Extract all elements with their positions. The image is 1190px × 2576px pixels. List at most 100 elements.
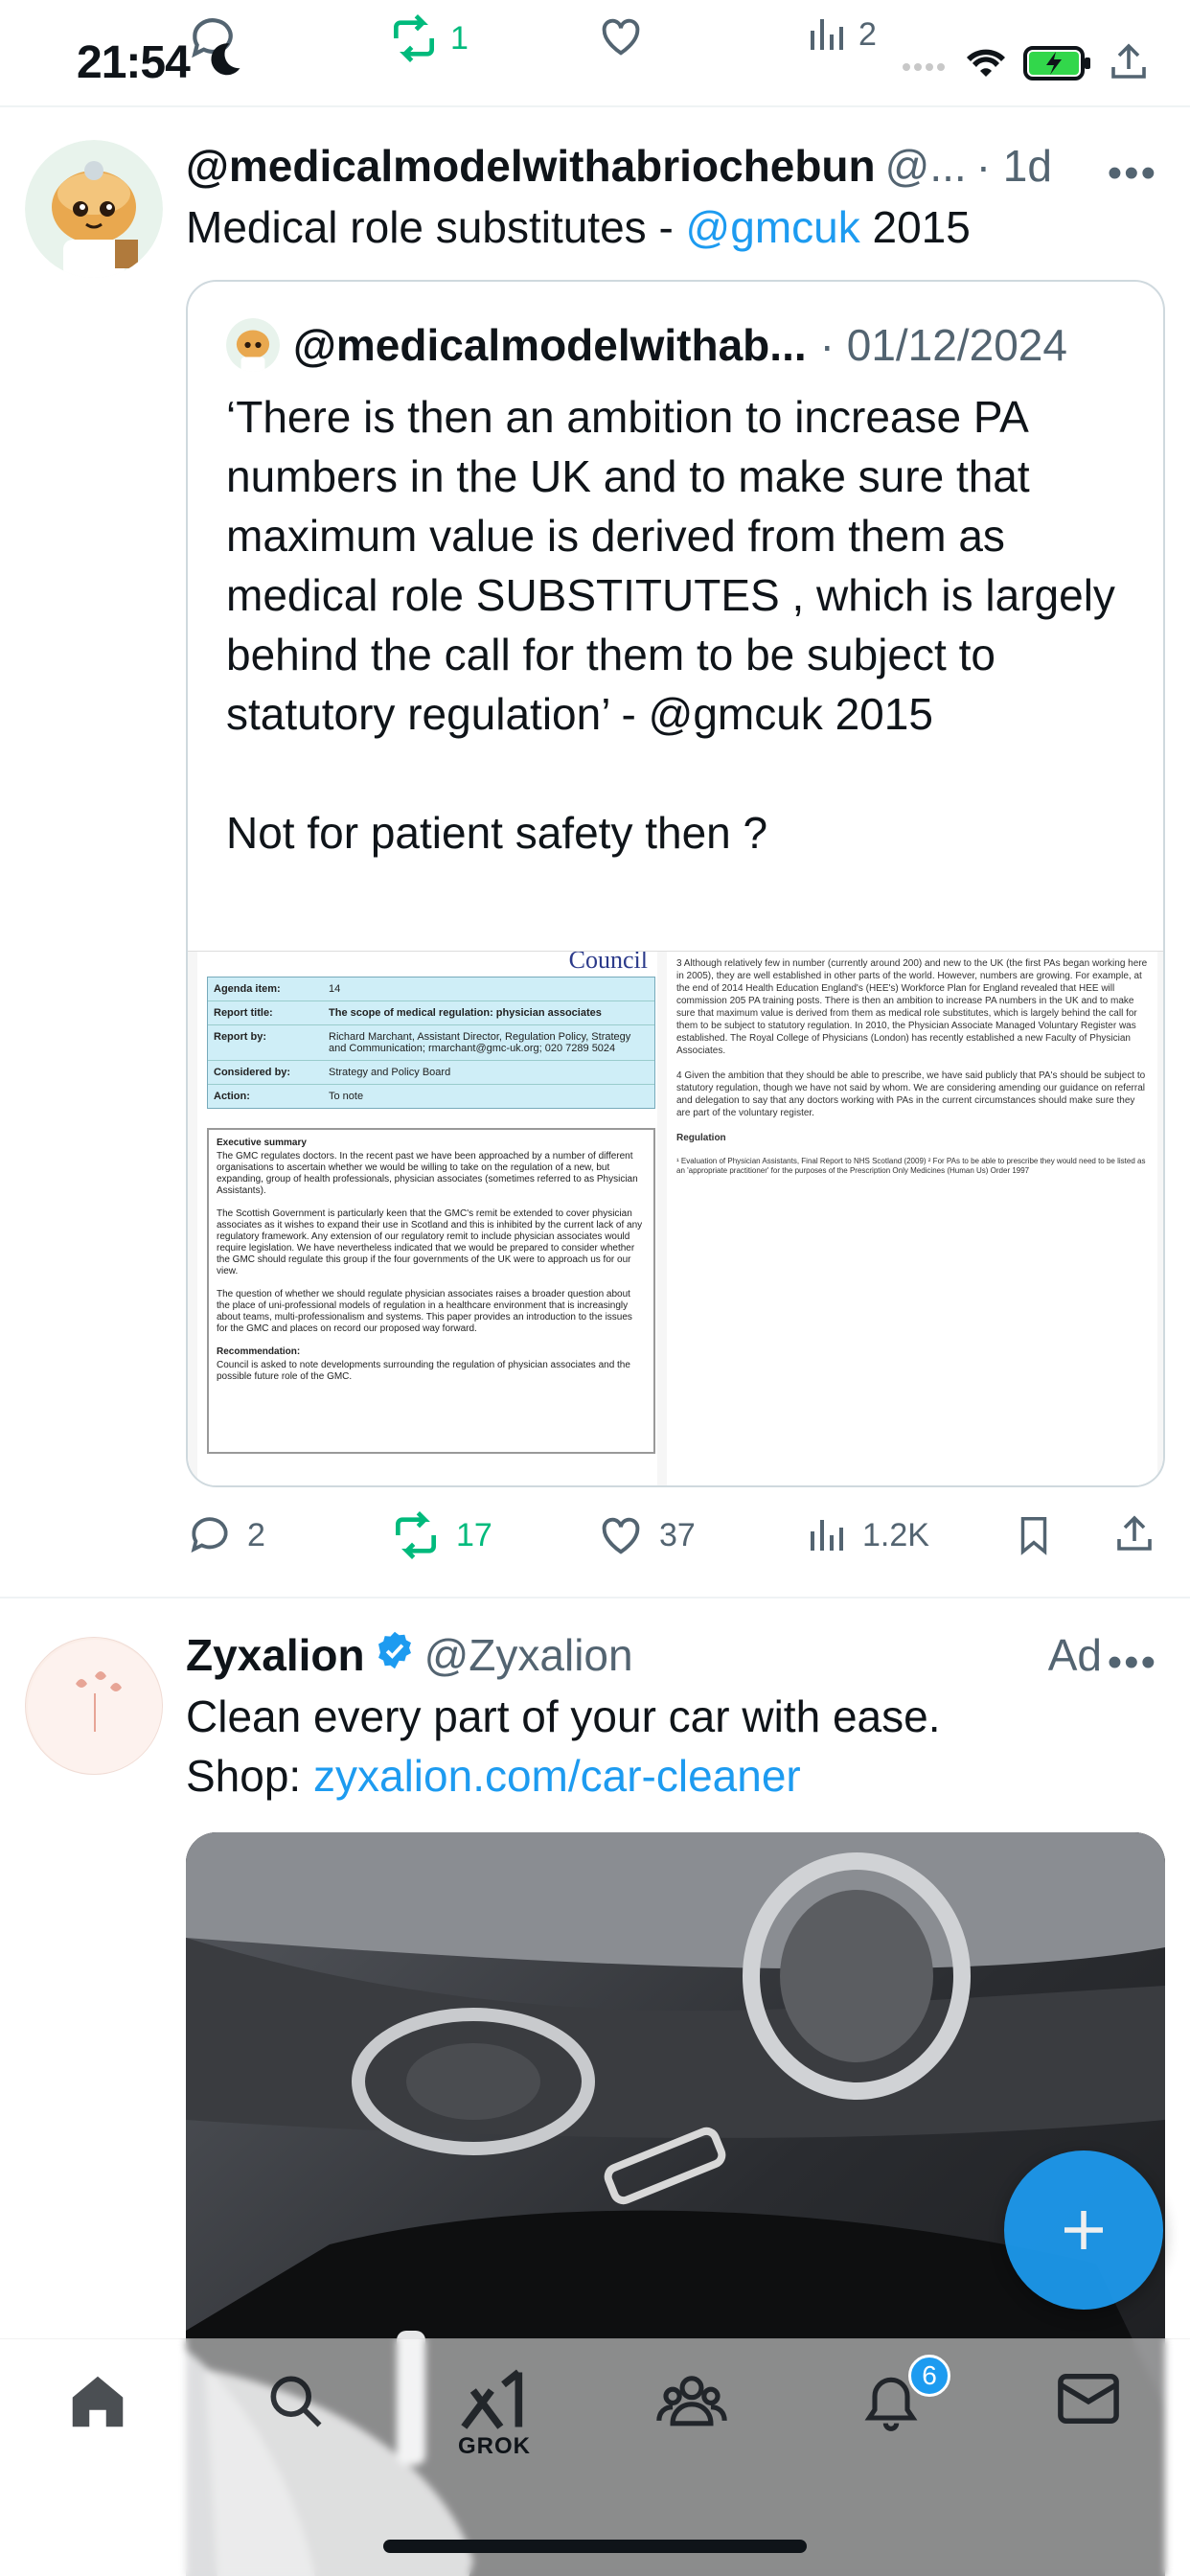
ad-header: Zyxalion @Zyxalion [186,1629,633,1681]
row-key: Report by: [214,1031,266,1043]
wifi-icon [967,49,1005,77]
exec-paragraph: The Scottish Government is particularly … [217,1208,643,1276]
mail-icon [1058,2373,1119,2425]
advertiser-name[interactable]: Zyxalion [186,1629,365,1681]
bookmark-button[interactable] [1012,1511,1056,1559]
tweet-text-part: 2015 [859,202,971,252]
quote-date: · 01/12/2024 [819,320,1067,370]
document-row: Considered by: Strategy and Policy Board [208,1061,654,1085]
share-icon [1117,1515,1152,1551]
reply-button[interactable]: 2 [186,1511,265,1559]
communities-icon [656,2376,727,2426]
battery-charging-icon [1023,46,1090,80]
ad-label: Ad [1047,1630,1102,1680]
ad-more-options-button[interactable]: ••• [1108,1639,1157,1687]
quoted-tweet[interactable]: @medicalmodelwithab... · 01/12/2024 ‘The… [186,280,1165,1487]
recommendation-text: Council is asked to note developments su… [217,1360,630,1382]
avatar[interactable] [25,140,163,278]
tab-search[interactable] [247,2368,343,2473]
document-council-label: Council [568,951,648,974]
reply-icon [191,1517,228,1553]
quote-avatar [226,318,280,372]
row-key: Report title: [214,1007,273,1019]
document-row: Report title: The scope of medical regula… [208,1001,654,1025]
ad-link[interactable]: zyxalion.com/car-cleaner [313,1751,801,1801]
views-button[interactable]: 1.2K [803,1512,929,1558]
signal-dots-icon [903,63,945,71]
executive-summary-box: Executive summary The GMC regulates doct… [207,1128,655,1454]
mention-link[interactable]: @gmcuk [686,202,860,252]
document-image[interactable]: Council Agenda item: 14 Report title: The … [188,951,1163,1485]
quote-header: @medicalmodelwithab... · 01/12/2024 [226,318,1067,372]
ad-text-part: Shop: [186,1751,313,1801]
document-footnote: ¹ Evaluation of Physician Assistants, Fi… [676,1157,1146,1175]
exec-title: Executive summary [217,1138,307,1148]
home-indicator [383,2540,807,2553]
ad-text: Clean every part of your car with ease. … [186,1687,940,1806]
view-count: 1.2K [862,1516,929,1553]
search-icon [270,2376,322,2427]
tab-grok[interactable]: GROK [446,2368,542,2473]
row-value: 14 [329,983,341,995]
quote-author-name: @medicalmodelwithab... [293,320,807,370]
like-button[interactable]: 37 [596,1510,696,1560]
plus-icon [1064,2211,1103,2249]
author-handle[interactable]: @... [885,140,967,192]
exec-paragraph: The GMC regulates doctors. In the recent… [217,1151,638,1196]
exec-paragraph: The question of whether we should regula… [217,1289,632,1334]
document-page-left: Council Agenda item: 14 Report title: The … [197,951,657,1485]
ghost-share-icon[interactable] [1106,40,1152,86]
ad-text-line: Shop: zyxalion.com/car-cleaner [186,1746,940,1806]
document-info-table: Agenda item: 14 Report title: The scope of… [207,977,655,1109]
status-time: 21:54 [77,37,191,88]
views-icon [811,1520,843,1551]
tab-notifications[interactable]: 6 [843,2355,950,2473]
ghost-views-count: 2 [858,15,877,53]
tweet-time[interactable]: · 1d [976,140,1052,192]
grok-icon [461,2369,523,2429]
row-value: Richard Marchant, Assistant Director, Re… [329,1031,631,1054]
heart-icon [602,1517,640,1554]
verified-badge-icon [378,1631,411,1669]
ghost-views-button[interactable]: 2 [803,12,877,58]
author-name[interactable]: @medicalmodelwithabriochebun [186,140,876,192]
ghost-retweet-button[interactable]: 1 [387,12,469,65]
notifications-badge: 6 [908,2355,950,2397]
status-bar: 1 2 21:54 [0,0,1190,107]
like-count: 37 [659,1516,696,1553]
recommendation-title: Recommendation: [217,1346,301,1357]
document-row: Action: To note [208,1085,654,1108]
retweet-button[interactable]: 17 [389,1508,492,1562]
document-page-right: 3 Although relatively few in number (cur… [667,952,1157,1485]
more-options-button[interactable]: ••• [1108,150,1157,197]
tab-communities[interactable] [644,2368,740,2473]
retweet-icon [396,1511,436,1559]
row-key: Action: [214,1091,250,1102]
row-key: Agenda item: [214,983,281,995]
tab-home[interactable] [50,2368,146,2473]
bookmark-icon [1020,1517,1047,1555]
row-value: The scope of medical regulation: physici… [329,1007,602,1019]
notifications-wrapper: 6 [858,2355,950,2440]
row-value: Strategy and Policy Board [329,1067,451,1078]
compose-button[interactable] [1004,2150,1163,2310]
document-paragraph: 4 Given the ambition that they should be… [676,1070,1146,1118]
row-key: Considered by: [214,1067,291,1078]
quote-text: ‘There is then an ambition to increase P… [226,392,1115,858]
row-value: To note [329,1091,364,1102]
retweet-count: 17 [456,1516,492,1553]
ghost-like-icon[interactable] [596,12,646,61]
focus-moon-icon [211,43,240,76]
status-right-icons [901,40,1152,86]
advertiser-avatar[interactable] [25,1637,163,1775]
share-button[interactable] [1111,1511,1157,1559]
tab-messages[interactable] [1041,2368,1136,2473]
home-icon [72,2376,124,2427]
tweet-actions: 2 17 37 1.2K [186,1506,1182,1564]
grok-label: GROK [458,2433,531,2459]
ad-text-line: Clean every part of your car with ease. [186,1691,941,1741]
tweet-text-part: Medical role substitutes - [186,202,686,252]
document-row: Agenda item: 14 [208,978,654,1001]
document-row: Report by: Richard Marchant, Assistant Di… [208,1025,654,1061]
advertiser-handle[interactable]: @Zyxalion [424,1629,633,1681]
